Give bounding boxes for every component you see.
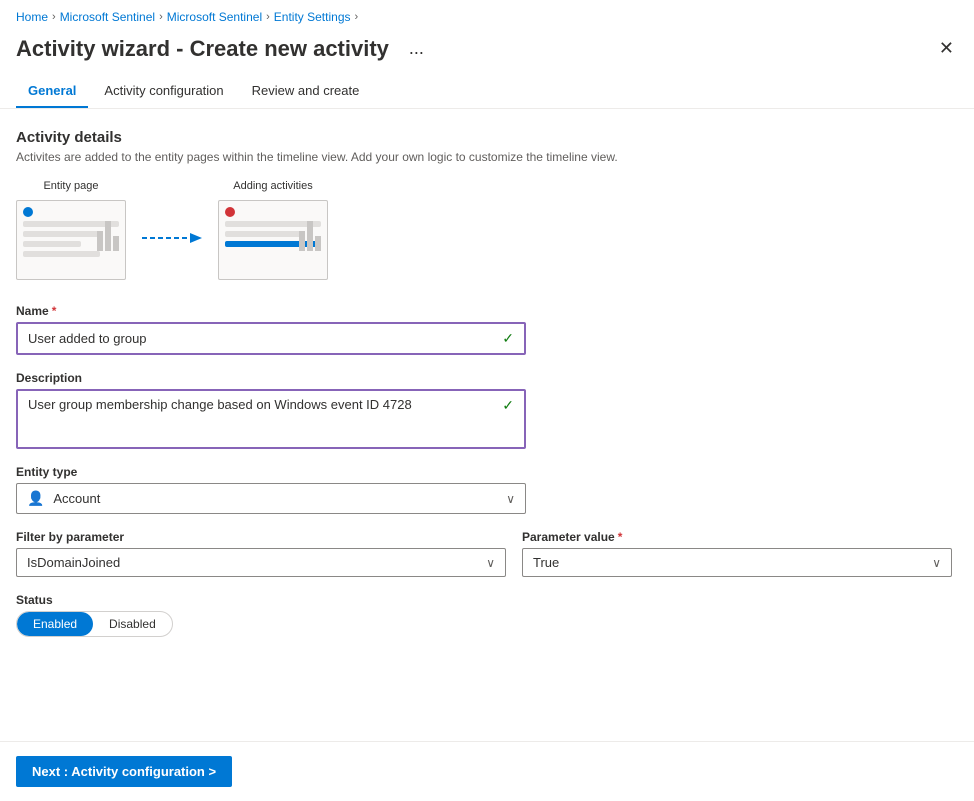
breadcrumb-sentinel-2[interactable]: Microsoft Sentinel — [167, 10, 262, 24]
breadcrumb-sentinel-1[interactable]: Microsoft Sentinel — [60, 10, 155, 24]
tab-activity-configuration[interactable]: Activity configuration — [92, 75, 235, 108]
diagram-arrow — [142, 228, 202, 248]
status-disabled-button[interactable]: Disabled — [93, 612, 172, 636]
entity-icon — [23, 207, 33, 217]
name-check-icon: ✓ — [502, 330, 514, 347]
param-value-select[interactable]: True ∨ — [522, 548, 952, 577]
description-input[interactable]: User group membership change based on Wi… — [16, 389, 526, 449]
filter-chevron-icon: ∨ — [486, 556, 495, 570]
title-bar: Activity wizard - Create new activity ..… — [0, 30, 974, 75]
status-label: Status — [16, 593, 958, 607]
entity-page-card — [16, 200, 126, 280]
name-value: User added to group — [28, 331, 147, 346]
entity-type-field-group: Entity type 👤 Account ∨ — [16, 465, 958, 514]
name-field-group: Name* User added to group ✓ — [16, 304, 958, 355]
status-section: Status Enabled Disabled — [16, 593, 958, 637]
param-value-value: True — [533, 555, 559, 570]
next-button[interactable]: Next : Activity configuration > — [16, 756, 232, 787]
close-button[interactable]: ✕ — [935, 34, 958, 63]
adding-activities-label: Adding activities — [233, 180, 313, 192]
tab-general[interactable]: General — [16, 75, 88, 108]
description-check-icon: ✓ — [502, 397, 514, 414]
entity-page-label: Entity page — [43, 180, 98, 192]
tabs-bar: General Activity configuration Review an… — [0, 75, 974, 109]
ellipsis-button[interactable]: ... — [401, 34, 432, 63]
description-value: User group membership change based on Wi… — [28, 397, 412, 412]
status-toggle: Enabled Disabled — [16, 611, 173, 637]
filter-select[interactable]: IsDomainJoined ∨ — [16, 548, 506, 577]
filter-field-group: Filter by parameter IsDomainJoined ∨ — [16, 530, 506, 577]
name-label: Name* — [16, 304, 958, 318]
name-input[interactable]: User added to group ✓ — [16, 322, 526, 355]
param-value-field-group: Parameter value* True ∨ — [522, 530, 952, 577]
entity-type-select[interactable]: 👤 Account ∨ — [16, 483, 526, 514]
filter-param-row: Filter by parameter IsDomainJoined ∨ Par… — [16, 530, 958, 593]
breadcrumb: Home › Microsoft Sentinel › Microsoft Se… — [0, 0, 974, 30]
param-value-label: Parameter value* — [522, 530, 952, 544]
content-area: Activity details Activites are added to … — [0, 129, 974, 770]
activity-details-desc: Activites are added to the entity pages … — [16, 150, 958, 164]
description-label: Description — [16, 371, 958, 385]
entity-type-label: Entity type — [16, 465, 958, 479]
status-enabled-button[interactable]: Enabled — [17, 612, 93, 636]
breadcrumb-home[interactable]: Home — [16, 10, 48, 24]
activity-icon — [225, 207, 235, 217]
entity-type-chevron-icon: ∨ — [506, 492, 515, 506]
breadcrumb-entity-settings[interactable]: Entity Settings — [274, 10, 351, 24]
bottom-bar: Next : Activity configuration > — [0, 741, 974, 801]
tab-review-create[interactable]: Review and create — [240, 75, 372, 108]
entity-type-value: Account — [53, 491, 100, 506]
adding-activities-card — [218, 200, 328, 280]
activity-details-title: Activity details — [16, 129, 958, 146]
description-field-group: Description User group membership change… — [16, 371, 958, 449]
account-icon: 👤 — [27, 490, 44, 506]
param-value-chevron-icon: ∨ — [932, 556, 941, 570]
page-title: Activity wizard - Create new activity — [16, 36, 389, 62]
filter-value: IsDomainJoined — [27, 555, 120, 570]
filter-label: Filter by parameter — [16, 530, 506, 544]
activity-diagram: Entity page Adding activities — [16, 180, 958, 280]
